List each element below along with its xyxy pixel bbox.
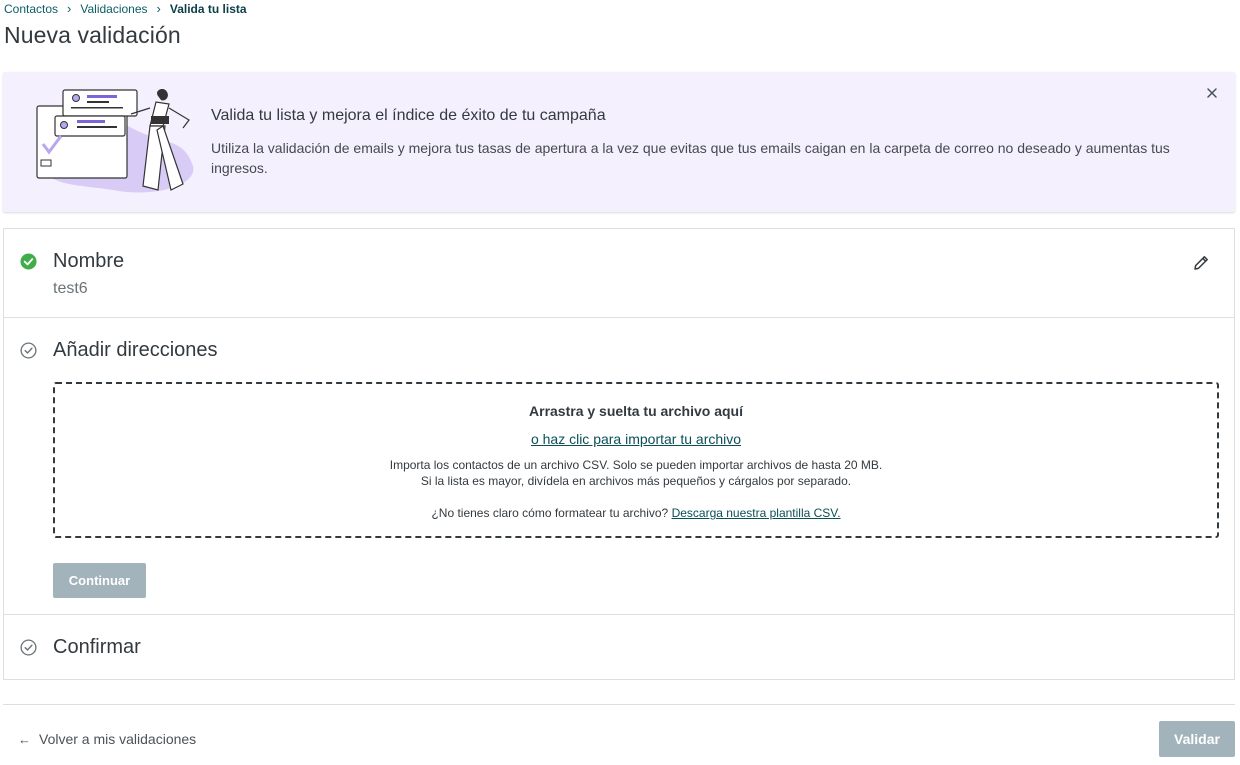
dropzone-title: Arrastra y suelta tu archivo aquí [529, 403, 743, 419]
step-confirmar-title: Confirmar [53, 636, 141, 658]
continue-button[interactable]: Continuar [53, 563, 146, 598]
breadcrumb-contactos[interactable]: Contactos [4, 2, 58, 16]
step-confirmar: Confirmar [4, 615, 1234, 679]
dropzone-help-text: ¿No tienes claro cómo formatear tu archi… [431, 506, 669, 520]
check-circle-outline-icon [20, 639, 37, 656]
dropzone-info-line2: Si la lista es mayor, divídela en archiv… [420, 474, 852, 488]
step-anadir-direcciones-title: Añadir direcciones [53, 339, 218, 361]
info-banner: Valida tu lista y mejora el índice de éx… [3, 72, 1235, 212]
page-title: Nueva validación [4, 22, 181, 48]
chevron-right-icon: › [156, 1, 161, 16]
back-to-validations-link[interactable]: ← Volver a mis validaciones [18, 731, 196, 747]
banner-text: Utiliza la validación de emails y mejora… [211, 140, 1170, 176]
arrow-left-icon: ← [18, 731, 31, 747]
download-csv-template-link[interactable]: Descarga nuestra plantilla CSV. [672, 506, 841, 520]
file-dropzone[interactable]: Arrastra y suelta tu archivo aquí o haz … [53, 382, 1219, 538]
step-nombre-title: Nombre [53, 250, 125, 272]
import-file-link[interactable]: o haz clic para importar tu archivo [531, 431, 741, 447]
close-icon[interactable] [1204, 85, 1220, 101]
step-nombre-value: test6 [53, 280, 88, 297]
banner-title: Valida tu lista y mejora el índice de éx… [211, 107, 606, 124]
step-anadir-direcciones: Añadir direcciones Arrastra y suelta tu … [4, 318, 1234, 615]
validate-button[interactable]: Validar [1159, 721, 1235, 757]
validation-illustration [36, 89, 194, 193]
dropzone-info-line1: Importa los contactos de un archivo CSV.… [389, 458, 883, 472]
back-link-label: Volver a mis validaciones [39, 731, 197, 747]
chevron-right-icon: › [67, 1, 72, 16]
breadcrumb: Contactos › Validaciones › Valida tu lis… [4, 1, 247, 16]
breadcrumb-current: Valida tu lista [169, 1, 247, 16]
step-nombre: Nombre test6 [4, 229, 1234, 318]
pencil-icon[interactable] [1192, 254, 1210, 272]
check-circle-outline-icon [20, 342, 37, 359]
footer-divider [3, 704, 1235, 705]
validation-steps: Nombre test6 Añadir direcciones Arrastra… [3, 228, 1235, 680]
check-circle-filled-icon [20, 253, 37, 270]
breadcrumb-validaciones[interactable]: Validaciones [80, 2, 147, 16]
